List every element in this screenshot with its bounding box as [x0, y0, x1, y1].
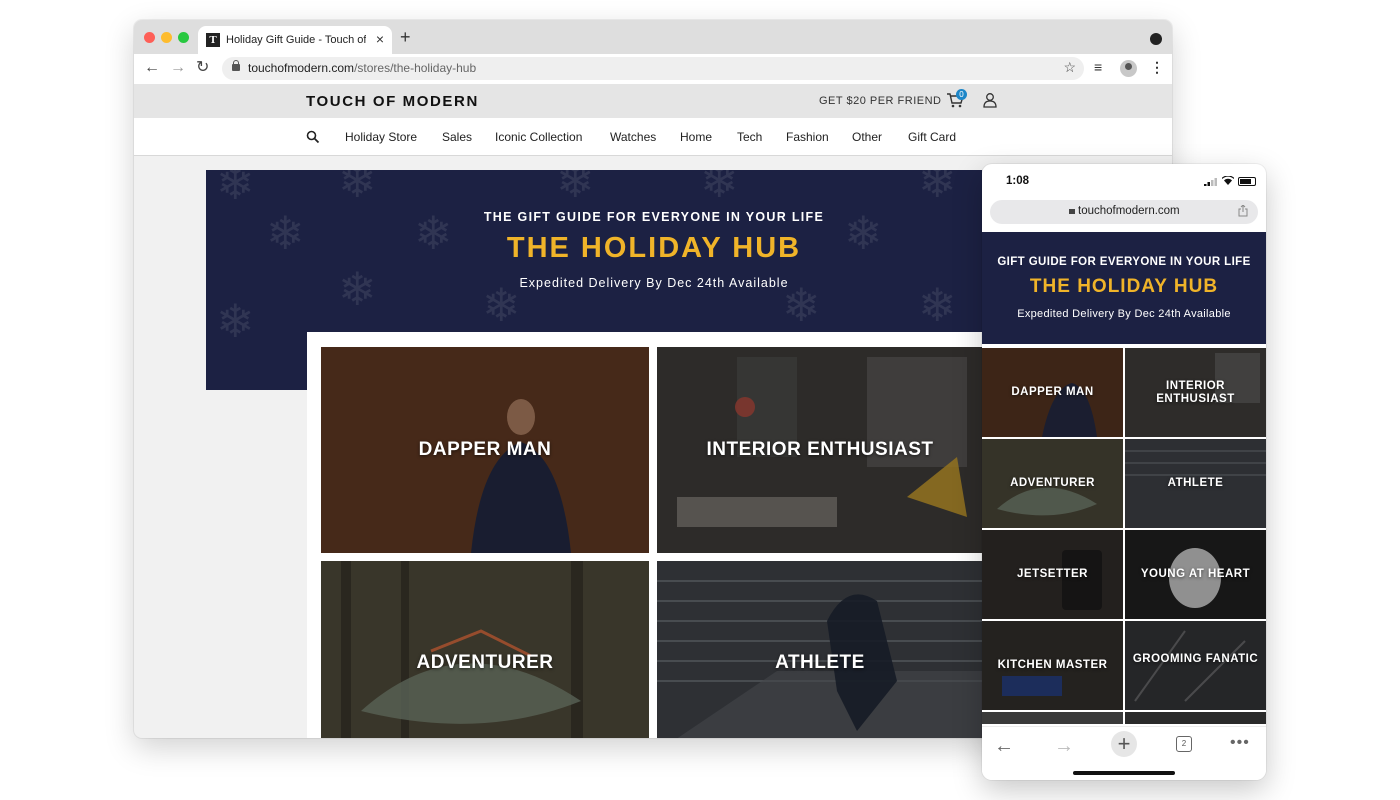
nav-item-watches[interactable]: Watches	[610, 130, 656, 144]
snowflake-icon: ❄	[216, 170, 255, 209]
mobile-url-text: touchofmodern.com	[1078, 205, 1180, 217]
mobile-phone-frame: 1:08 touchofmodern.com GIFT GUIDE FOR EV…	[982, 164, 1266, 780]
snowflake-icon: ❄	[216, 295, 255, 347]
category-label: GROOMING FANATIC	[1132, 653, 1259, 665]
mobile-hero-banner: GIFT GUIDE FOR EVERYONE IN YOUR LIFE THE…	[982, 232, 1266, 344]
back-icon[interactable]: ←	[144, 59, 160, 77]
hero-subtitle: Expedited Delivery By Dec 24th Available	[519, 276, 789, 290]
new-tab-icon[interactable]: +	[1111, 731, 1137, 757]
search-icon[interactable]	[306, 130, 320, 144]
category-label: ATHLETE	[1167, 477, 1224, 489]
site-header: TOUCH OF MODERN GET $20 PER FRIEND 0	[134, 84, 1172, 118]
category-label: INTERIOR ENTHUSIAST	[706, 439, 934, 460]
snowflake-icon: ❄	[338, 170, 377, 207]
tab-switcher-icon[interactable]: 2	[1176, 736, 1192, 752]
browser-tab-active[interactable]: T Holiday Gift Guide - Touch of M ×	[198, 26, 392, 54]
hero-title: THE HOLIDAY HUB	[506, 232, 802, 264]
nav-item-other[interactable]: Other	[852, 130, 882, 144]
category-label: JETSETTER	[1017, 568, 1088, 580]
mobile-address-bar[interactable]: touchofmodern.com	[990, 200, 1258, 224]
wifi-icon	[1222, 176, 1234, 185]
category-label: DAPPER MAN	[418, 439, 552, 460]
snowflake-icon: ❄	[556, 170, 595, 207]
mobile-bottom-toolbar: ← → + 2 •••	[982, 726, 1266, 780]
minimize-window-button[interactable]	[161, 32, 172, 43]
mobile-tile-grooming-fanatic[interactable]: GROOMING FANATIC	[1125, 621, 1266, 710]
lock-icon	[1069, 209, 1075, 214]
back-icon[interactable]: ←	[994, 735, 1014, 757]
signal-icon	[1204, 178, 1217, 186]
category-label: ATHLETE	[775, 652, 865, 673]
more-options-icon[interactable]: •••	[1230, 734, 1250, 752]
address-bar[interactable]: touchofmodern.com/stores/the-holiday-hub…	[222, 57, 1084, 80]
new-tab-icon[interactable]: +	[400, 27, 411, 48]
mobile-tile-athlete[interactable]: ATHLETE	[1125, 439, 1266, 528]
category-label: DAPPER MAN	[1011, 386, 1094, 398]
snowflake-icon: ❄	[918, 170, 957, 207]
category-tile-interior-enthusiast[interactable]: INTERIOR ENTHUSIAST	[657, 347, 983, 553]
mobile-tile-partial	[1125, 712, 1266, 724]
nav-item-home[interactable]: Home	[680, 130, 712, 144]
mobile-hero-title: THE HOLIDAY HUB	[1029, 276, 1219, 297]
site-navigation: Holiday Store Sales Iconic Collection Wa…	[134, 118, 1172, 156]
forward-icon[interactable]: →	[1054, 735, 1074, 757]
close-tab-icon[interactable]: ×	[376, 31, 384, 47]
reading-list-icon[interactable]: ≡	[1094, 59, 1102, 75]
close-window-button[interactable]	[144, 32, 155, 43]
category-label: INTERIOR ENTHUSIAST	[1156, 380, 1235, 405]
category-tile-athlete[interactable]: ATHLETE	[657, 561, 983, 738]
reload-icon[interactable]: ↻	[196, 59, 209, 77]
kebab-menu-icon[interactable]: ⋮	[1150, 59, 1164, 76]
mobile-tile-adventurer[interactable]: ADVENTURER	[982, 439, 1123, 528]
battery-icon	[1238, 177, 1256, 186]
browser-toolbar: ← → ↻ touchofmodern.com/stores/the-holid…	[134, 54, 1172, 84]
tab-search-icon[interactable]	[1150, 33, 1162, 45]
category-label: ADVENTURER	[1010, 477, 1095, 489]
mobile-category-grid: DAPPER MAN INTERIOR ENTHUSIAST ADVENTURE…	[982, 348, 1266, 724]
cart-count-badge: 0	[956, 89, 967, 100]
category-tile-dapper-man[interactable]: DAPPER MAN	[321, 347, 649, 553]
nav-item-gift-card[interactable]: Gift Card	[908, 130, 956, 144]
lock-icon	[232, 60, 240, 71]
mobile-tile-interior-enthusiast[interactable]: INTERIOR ENTHUSIAST	[1125, 348, 1266, 437]
category-tile-adventurer[interactable]: ADVENTURER	[321, 561, 649, 738]
mobile-tile-young-at-heart[interactable]: YOUNG AT HEART	[1125, 530, 1266, 619]
favicon-icon: T	[206, 33, 220, 47]
snowflake-icon: ❄	[700, 170, 739, 207]
tab-title: Holiday Gift Guide - Touch of M	[226, 34, 366, 46]
category-image	[657, 561, 983, 738]
site-logo[interactable]: TOUCH OF MODERN	[306, 93, 479, 110]
forward-icon[interactable]: →	[170, 59, 186, 77]
nav-item-holiday-store[interactable]: Holiday Store	[345, 130, 417, 144]
nav-item-tech[interactable]: Tech	[737, 130, 762, 144]
hero-kicker: THE GIFT GUIDE FOR EVERYONE IN YOUR LIFE	[483, 210, 825, 224]
category-label: KITCHEN MASTER	[997, 659, 1108, 671]
referral-link[interactable]: GET $20 PER FRIEND	[819, 95, 942, 107]
category-grid: DAPPER MAN INTERIOR ENTHUSIAST ADVENTURE…	[307, 332, 1047, 738]
nav-item-sales[interactable]: Sales	[442, 130, 472, 144]
account-icon[interactable]	[982, 92, 998, 108]
category-label: ADVENTURER	[416, 652, 554, 673]
category-label: YOUNG AT HEART	[1140, 568, 1251, 580]
mobile-tile-kitchen-master[interactable]: KITCHEN MASTER	[982, 621, 1123, 710]
mobile-tile-partial	[982, 712, 1123, 724]
share-icon[interactable]	[1238, 205, 1248, 217]
status-bar-time: 1:08	[1006, 175, 1030, 187]
maximize-window-button[interactable]	[178, 32, 189, 43]
home-indicator[interactable]	[1073, 771, 1175, 775]
bookmark-star-icon[interactable]: ☆	[1063, 59, 1076, 76]
mobile-hero-kicker: GIFT GUIDE FOR EVERYONE IN YOUR LIFE	[997, 256, 1251, 268]
mobile-tile-jetsetter[interactable]: JETSETTER	[982, 530, 1123, 619]
nav-item-fashion[interactable]: Fashion	[786, 130, 829, 144]
mobile-hero-subtitle: Expedited Delivery By Dec 24th Available	[1017, 308, 1231, 320]
nav-item-iconic-collection[interactable]: Iconic Collection	[495, 130, 582, 144]
profile-avatar-icon[interactable]	[1120, 60, 1137, 77]
url-text: touchofmodern.com/stores/the-holiday-hub	[248, 61, 477, 75]
tab-bar: T Holiday Gift Guide - Touch of M × +	[134, 20, 1172, 54]
category-image	[321, 561, 649, 738]
screenshot-stage: T Holiday Gift Guide - Touch of M × + ← …	[0, 0, 1400, 800]
mobile-tile-dapper-man[interactable]: DAPPER MAN	[982, 348, 1123, 437]
